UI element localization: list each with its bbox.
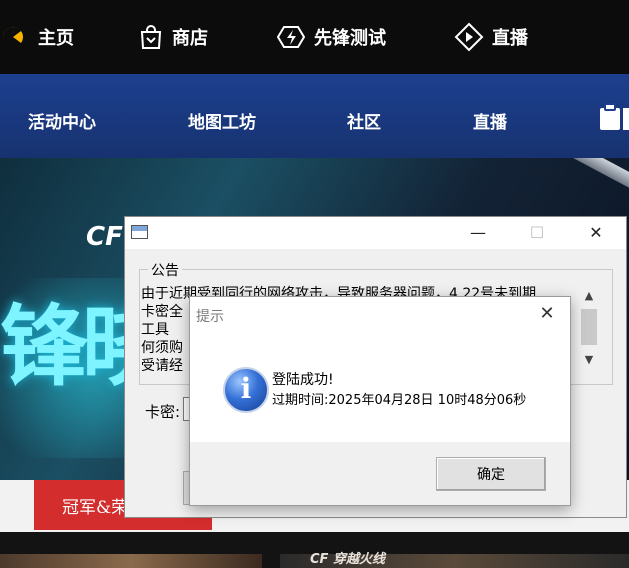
nav-item-live-label: 直播 — [492, 28, 528, 49]
maximize-button[interactable]: ☐ — [514, 221, 560, 245]
scroll-thumb[interactable] — [581, 309, 597, 345]
subnav-community[interactable]: 社区 — [347, 108, 381, 133]
card-key-label: 卡密: — [145, 403, 181, 421]
nav-item-home[interactable]: 主页 — [0, 20, 74, 54]
banner-logo: CF — [86, 222, 123, 252]
subnav-map-workshop[interactable]: 地图工坊 — [188, 108, 256, 133]
information-icon: i — [223, 367, 269, 413]
nav-item-pioneer-test-label: 先锋测试 — [314, 28, 386, 49]
shopping-bag-icon — [138, 24, 164, 50]
nav-item-store[interactable]: 商店 — [138, 20, 208, 54]
app-window-icon — [131, 225, 148, 239]
ok-button[interactable]: 确定 — [436, 457, 546, 491]
nav-item-store-label: 商店 — [172, 28, 208, 49]
minimize-button[interactable]: — — [455, 221, 501, 245]
top-navigation-bar: 主页 商店 先锋测试 直播 — [0, 0, 629, 74]
dialog-message-expiry: 过期时间:2025年04月28日 10时48分06秒 — [272, 393, 527, 408]
banner-weapon-graphic — [563, 158, 629, 210]
dialog-message-success: 登陆成功! — [272, 372, 334, 388]
bottom-thumbnail-text: CF 穿越火线 — [310, 552, 385, 567]
nav-item-home-label: 主页 — [38, 28, 74, 49]
bottom-thumbnail-1[interactable] — [0, 554, 262, 568]
nav-item-live[interactable]: 直播 — [454, 20, 528, 54]
bottom-thumbnail-2[interactable]: CF 穿越火线 — [280, 552, 629, 568]
close-button[interactable]: ✕ — [573, 221, 619, 245]
dialog-title: 提示 — [196, 309, 224, 325]
prompt-dialog: 提示 ✕ i 登陆成功! 过期时间:2025年04月28日 10时48分06秒 … — [189, 296, 571, 506]
subnav-live[interactable]: 直播 — [473, 108, 507, 133]
scroll-up-icon[interactable]: ▲ — [579, 287, 599, 305]
pacman-logo-icon — [0, 24, 30, 50]
window-titlebar[interactable]: — ☐ ✕ — [125, 217, 626, 249]
clipboard-icon[interactable] — [598, 102, 629, 136]
announcement-scrollbar[interactable]: ▲ ▼ — [579, 287, 599, 371]
nav-item-pioneer-test[interactable]: 先锋测试 — [276, 20, 386, 54]
secondary-navigation-bar: 活动中心 地图工坊 社区 直播 — [0, 74, 629, 158]
dialog-close-button[interactable]: ✕ — [534, 303, 560, 325]
lightning-badge-icon — [276, 24, 306, 50]
subnav-activity-center[interactable]: 活动中心 — [28, 108, 96, 133]
scroll-down-icon[interactable]: ▼ — [579, 351, 599, 369]
play-diamond-icon — [454, 22, 484, 52]
group-label: 公告 — [148, 260, 182, 280]
